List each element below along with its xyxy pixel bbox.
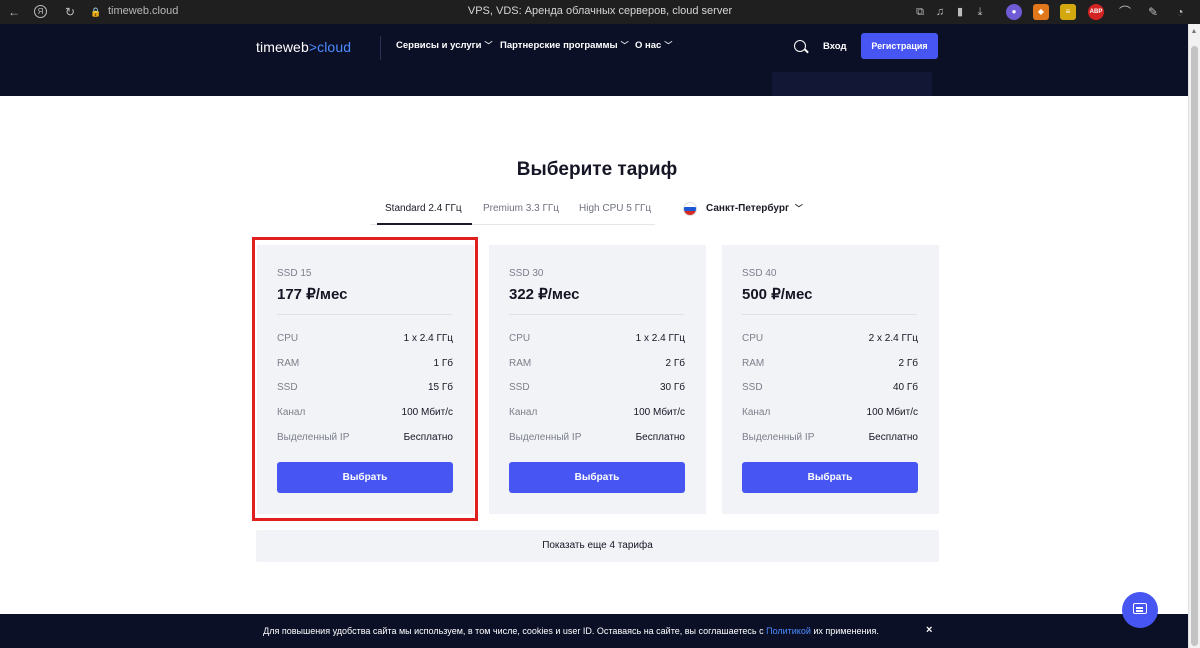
select-plan-button[interactable]: Выбрать (509, 462, 685, 493)
headphones-icon[interactable]: ♫ (932, 4, 948, 20)
spec-key: Выделенный IP (509, 432, 582, 443)
russia-flag-icon (683, 202, 697, 216)
bookmark-icon[interactable]: ▮ (952, 4, 968, 20)
show-more-button[interactable]: Показать еще 4 тарифа (256, 530, 939, 562)
select-plan-button[interactable]: Выбрать (742, 462, 918, 493)
scrollbar-thumb[interactable] (1191, 46, 1198, 646)
selection-highlight-frame (252, 237, 478, 521)
logo-chevron: > (308, 39, 318, 55)
reload-icon[interactable]: ↻ (62, 4, 78, 20)
spec-value: Бесплатно (635, 432, 685, 443)
plan-card-ssd30: SSD 30 322 ₽/мес CPU 1 x 2.4 ГГц RAM 2 Гб … (489, 245, 706, 514)
plan-name: SSD 40 (742, 268, 777, 279)
login-link[interactable]: Вход (823, 41, 847, 52)
extensions-icon[interactable]: ✎ (1145, 4, 1161, 20)
cookie-text: Для повышения удобства сайта мы использу… (0, 626, 1142, 636)
lock-icon[interactable]: 🔒 (88, 4, 104, 20)
menu-partners[interactable]: Партнерские программы ﹀ (500, 40, 629, 51)
spec-value: 100 Мбит/с (633, 407, 685, 418)
tab-standard[interactable]: Standard 2.4 ГГц (385, 203, 462, 214)
spec-key: SSD (742, 382, 763, 393)
extension-purple-icon[interactable]: ● (1006, 4, 1022, 20)
privacy-policy-link[interactable]: Политикой (766, 626, 811, 636)
tab-high-cpu[interactable]: High CPU 5 ГГц (579, 203, 651, 214)
search-icon[interactable] (794, 40, 806, 52)
adblock-icon[interactable]: ABP (1088, 4, 1104, 20)
active-tab-indicator (377, 223, 472, 225)
plan-price: 322 ₽/мес (509, 286, 580, 303)
spec-value: 2 Гб (898, 358, 918, 369)
spec-value: 30 Гб (659, 382, 685, 393)
spec-key: Канал (509, 407, 538, 418)
menu-partners-label: Партнерские программы (500, 40, 618, 51)
city-label: Санкт-Петербург (706, 203, 790, 214)
divider (742, 314, 917, 315)
spec-key: CPU (742, 333, 764, 344)
close-icon[interactable]: × (926, 624, 932, 636)
divider (509, 314, 684, 315)
metamask-fox-icon[interactable]: ◆ (1033, 4, 1049, 20)
plan-name: SSD 30 (509, 268, 544, 279)
register-button[interactable]: Регистрация (861, 33, 938, 59)
city-selector[interactable]: Санкт-Петербург ﹀ (706, 203, 803, 214)
logo[interactable]: timeweb>cloud (256, 39, 351, 55)
header-dark-panel (772, 72, 932, 96)
logo-cloud-text: cloud (317, 39, 352, 55)
chevron-down-icon: ﹀ (484, 41, 493, 50)
spec-key: CPU (509, 333, 531, 344)
tab-premium[interactable]: Premium 3.3 ГГц (483, 203, 559, 214)
page-scrollbar[interactable] (1188, 24, 1200, 648)
plan-price: 500 ₽/мес (742, 286, 813, 303)
chevron-down-icon: ﹀ (664, 41, 673, 50)
plan-card-ssd40: SSD 40 500 ₽/мес CPU 2 x 2.4 ГГц RAM 2 Гб … (722, 245, 939, 514)
yandex-icon[interactable]: Я (34, 5, 47, 18)
cookie-text-after: их применения. (810, 626, 879, 636)
chevron-down-icon: ﹀ (620, 41, 629, 50)
chat-button[interactable] (1122, 592, 1158, 628)
spec-key: RAM (742, 358, 765, 369)
site-header: timeweb>cloud Сервисы и услуги ﹀ Партнерс… (0, 24, 1188, 96)
header-divider (380, 36, 381, 60)
chevron-down-icon: ﹀ (794, 204, 803, 213)
address-bar[interactable]: timeweb.cloud (108, 5, 178, 17)
spec-key: Канал (742, 407, 771, 418)
cookie-text-before: Для повышения удобства сайта мы использу… (263, 626, 767, 636)
copy-icon[interactable]: ⧉ (912, 4, 928, 20)
spec-value: 40 Гб (892, 382, 918, 393)
back-arrow-icon[interactable]: ← (6, 4, 22, 20)
download-icon[interactable]: ⤓ (972, 4, 988, 20)
spec-value: 100 Мбит/с (866, 407, 918, 418)
page-title: Выберите тариф (516, 159, 678, 180)
spec-value: Бесплатно (868, 432, 918, 443)
cookie-banner: Для повышения удобства сайта мы использу… (0, 614, 1188, 648)
scroll-up-arrow-icon[interactable]: ▲ (1189, 27, 1199, 37)
menu-services[interactable]: Сервисы и услуги ﹀ (396, 40, 492, 51)
profile-icon[interactable]: ◔ (1172, 4, 1188, 20)
menu-about-label: О нас (635, 40, 662, 51)
browser-toolbar: ← Я ↻ 🔒 timeweb.cloud VPS, VDS: Аренда о… (0, 0, 1200, 24)
extension-yellow-icon[interactable]: ≡ (1060, 4, 1076, 20)
vpn-icon[interactable]: ⌒ (1117, 4, 1133, 20)
spec-value: 2 Гб (665, 358, 685, 369)
logo-text: timeweb (256, 39, 309, 55)
menu-about[interactable]: О нас ﹀ (635, 40, 672, 51)
chat-bubble-icon (1133, 603, 1147, 614)
spec-value: 2 x 2.4 ГГц (868, 333, 918, 344)
spec-key: SSD (509, 382, 530, 393)
spec-value: 1 x 2.4 ГГц (635, 333, 685, 344)
spec-key: RAM (509, 358, 532, 369)
menu-services-label: Сервисы и услуги (396, 40, 482, 51)
spec-key: Выделенный IP (742, 432, 815, 443)
